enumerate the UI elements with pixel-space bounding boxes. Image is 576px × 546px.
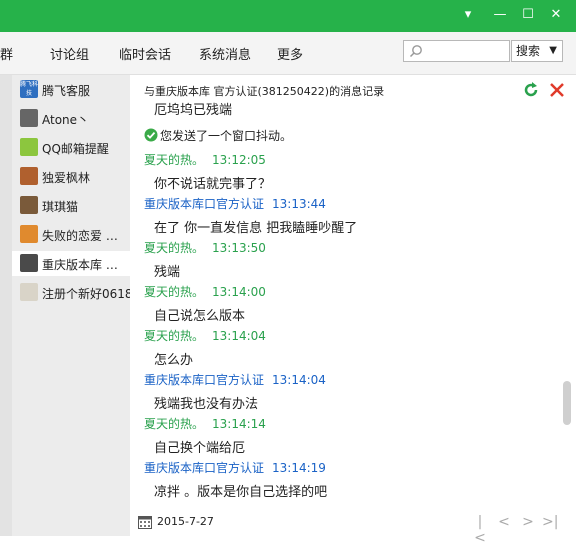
scroll-thumb[interactable] (563, 381, 571, 425)
contact-item[interactable]: 琪琪猫 (12, 193, 130, 218)
calendar-icon[interactable] (138, 515, 152, 529)
contact-name: Atone丶 (42, 113, 90, 127)
search-button-label: 搜索 (516, 44, 541, 58)
message-time: 13:12:05 (212, 153, 266, 167)
chevron-down-icon: ▼ (549, 45, 557, 56)
check-circle-icon (144, 128, 158, 142)
close-icon[interactable] (548, 81, 566, 99)
title-bar: ▾ — ☐ ✕ (0, 0, 576, 32)
tab-temp-chat[interactable]: 临时会话 (119, 44, 171, 63)
message-text: 残端我也没有办法 (154, 397, 259, 412)
contact-name: 重庆版本库 … (42, 258, 118, 272)
contact-item[interactable]: 注册个新好0618 (12, 280, 133, 305)
history-pane: 与重庆版本库 官方认证(381250422)的消息记录 厄坞坞已残端 您发送了一… (130, 75, 576, 546)
sidebar-scrollbar[interactable] (0, 75, 12, 536)
contact-avatar (20, 254, 38, 272)
message-text: 凉拌 。版本是你自己选择的吧 (154, 485, 328, 500)
message-meta: 重庆版本库口官方认证 13:14:19 (144, 459, 326, 476)
message-text: 在了 你一直发信息 把我瞌睡吵醒了 (154, 221, 358, 236)
contact-item[interactable]: 重庆版本库 … (12, 251, 130, 276)
message-meta: 夏天的热。 13:12:05 (144, 151, 266, 168)
contact-avatar (20, 225, 38, 243)
message-meta: 夏天的热。 13:14:00 (144, 283, 266, 300)
tab-group[interactable]: 群 (0, 44, 13, 63)
shake-notice-text: 您发送了一个窗口抖动。 (160, 129, 293, 143)
message-sender: 重庆版本库口官方认证 (144, 197, 265, 211)
search-icon (409, 45, 422, 58)
message-time: 13:13:44 (272, 197, 326, 211)
tab-system-messages[interactable]: 系统消息 (199, 44, 251, 63)
refresh-icon[interactable] (522, 81, 540, 99)
message-text: 你不说话就完事了？ (154, 177, 272, 192)
contact-avatar (20, 138, 38, 156)
tab-discussion[interactable]: 讨论组 (50, 44, 89, 63)
contact-item[interactable]: 独爱枫林 (12, 164, 130, 189)
message-text: 残端 (154, 265, 181, 280)
date-bar: 2015-7-27 |< < > >| (130, 508, 576, 546)
contact-name: 注册个新好0618 (42, 287, 133, 301)
message-sender: 夏天的热。 (144, 241, 205, 255)
message-time: 13:13:50 (212, 241, 266, 255)
history-title: 与重庆版本库 官方认证(381250422)的消息记录 (144, 85, 385, 98)
message-sender: 夏天的热。 (144, 153, 205, 167)
dropdown-icon[interactable]: ▾ (458, 6, 478, 24)
minimize-icon[interactable]: — (490, 6, 510, 24)
next-page-icon[interactable]: > (520, 514, 536, 530)
last-page-icon[interactable]: >| (542, 514, 558, 530)
contact-item[interactable]: 腾飞科技 腾飞客服 (12, 77, 130, 102)
contact-name: QQ邮箱提醒 (42, 142, 109, 156)
contact-avatar (20, 196, 38, 214)
message-text: 怎么办 (154, 353, 194, 368)
maximize-icon[interactable]: ☐ (518, 6, 538, 24)
close-window-icon[interactable]: ✕ (546, 6, 566, 24)
message-sender: 重庆版本库口官方认证 (144, 461, 265, 475)
contact-avatar: 腾飞科技 (20, 80, 38, 98)
contact-name: 腾飞客服 (42, 84, 91, 98)
message-text: 自己说怎么版本 (154, 309, 246, 324)
message-sender: 重庆版本库口官方认证 (144, 373, 265, 387)
contact-item[interactable]: 失败的恋爱 … (12, 222, 130, 247)
message-time: 13:14:14 (212, 417, 266, 431)
search-input[interactable] (403, 40, 510, 62)
contact-item[interactable]: Atone丶 (12, 106, 130, 131)
contact-name: 琪琪猫 (42, 200, 79, 214)
message-sender: 夏天的热。 (144, 329, 205, 343)
search-button[interactable]: 搜索 ▼ (511, 40, 563, 62)
contact-name: 独爱枫林 (42, 171, 91, 185)
message-time: 13:14:19 (272, 461, 326, 475)
tab-more[interactable]: 更多 (277, 44, 303, 63)
contact-avatar (20, 283, 38, 301)
first-page-icon[interactable]: |< (472, 514, 488, 546)
prev-page-icon[interactable]: < (496, 514, 512, 530)
message-meta: 重庆版本库口官方认证 13:14:04 (144, 371, 326, 388)
message-text: 自己换个端给厄 (154, 441, 246, 456)
contact-avatar (20, 109, 38, 127)
message-meta: 夏天的热。 13:14:14 (144, 415, 266, 432)
message-meta: 夏天的热。 13:14:04 (144, 327, 266, 344)
contact-avatar (20, 167, 38, 185)
message-scrollbar[interactable] (560, 101, 574, 508)
message-time: 13:14:04 (212, 329, 266, 343)
history-date: 2015-7-27 (157, 515, 214, 528)
contact-name: 失败的恋爱 … (42, 229, 118, 243)
message-time: 13:14:04 (272, 373, 326, 387)
message-sender: 夏天的热。 (144, 417, 205, 431)
contact-item[interactable]: QQ邮箱提醒 (12, 135, 130, 160)
message-meta: 夏天的热。 13:13:50 (144, 239, 266, 256)
partial-message: 厄坞坞已残端 (154, 103, 233, 118)
message-time: 13:14:00 (212, 285, 266, 299)
contact-sidebar: 腾飞科技 腾飞客服 Atone丶 QQ邮箱提醒 独爱枫林琪琪猫失败的恋爱 … 重庆版本库 … (0, 75, 133, 536)
message-list: 厄坞坞已残端 您发送了一个窗口抖动。 夏天的热。 13:12:05 你不说话就完事了… (130, 101, 560, 508)
message-sender: 夏天的热。 (144, 285, 205, 299)
message-meta: 重庆版本库口官方认证 13:13:44 (144, 195, 326, 212)
